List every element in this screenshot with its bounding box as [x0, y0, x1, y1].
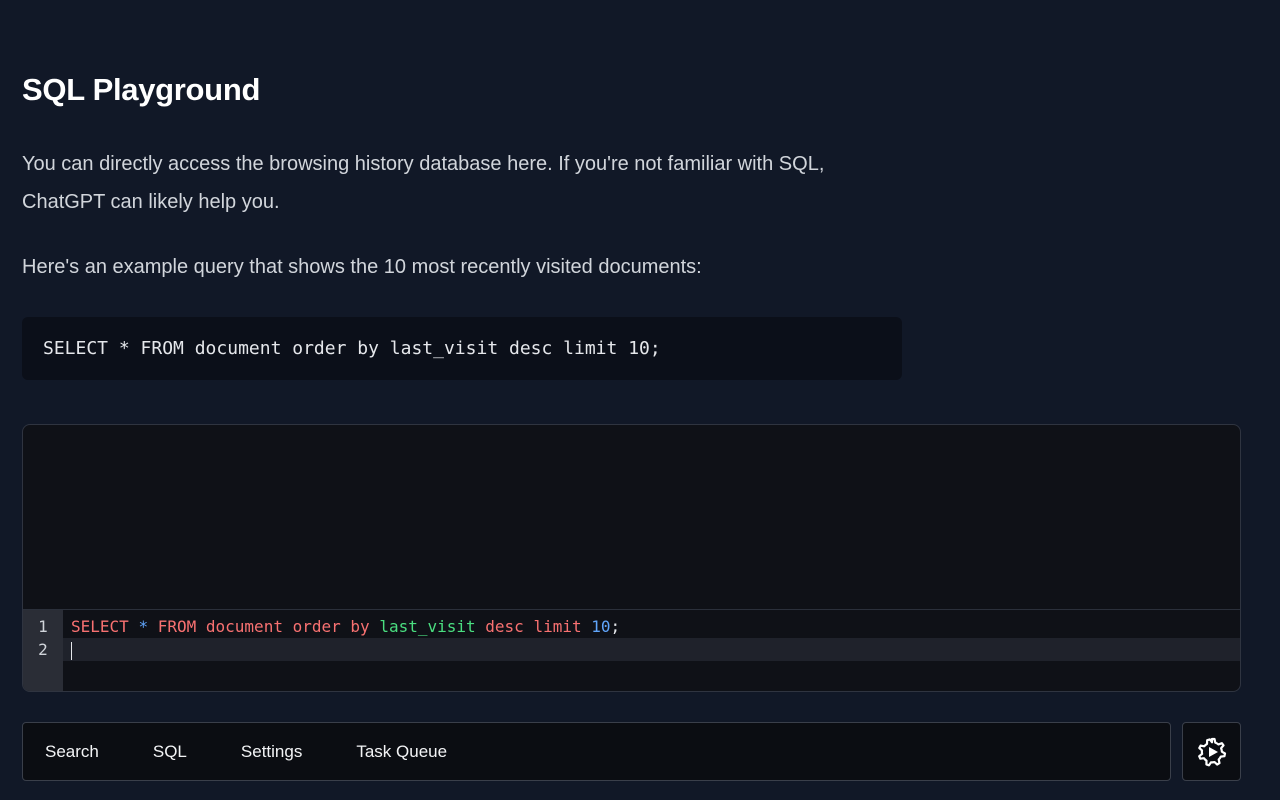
code-token: desc: [485, 617, 524, 636]
code-line[interactable]: [63, 638, 1240, 661]
code-token: *: [138, 617, 149, 636]
example-intro-text: Here's an example query that shows the 1…: [22, 256, 702, 278]
code-token: last_visit: [379, 617, 476, 636]
code-token: SELECT: [71, 617, 129, 636]
sql-editor[interactable]: 1 SELECT * FROM document order by last_vi…: [22, 424, 1241, 692]
code-token: 10: [591, 617, 611, 636]
nav-item-sql[interactable]: SQL: [153, 742, 187, 762]
page-title: SQL Playground: [22, 72, 261, 107]
query-results-area: [23, 425, 1240, 610]
code-token: document: [205, 617, 283, 636]
line-number: 1: [38, 617, 48, 636]
code-token: ;: [610, 617, 621, 636]
code-token: order: [292, 617, 341, 636]
nav-item-search[interactable]: Search: [45, 742, 99, 762]
example-query-code: SELECT * FROM document order by last_vis…: [43, 338, 661, 359]
intro-text: You can directly access the browsing his…: [22, 153, 825, 213]
nav-item-task-queue[interactable]: Task Queue: [356, 742, 447, 762]
sql-playground-page: SQL Playground You can directly access t…: [0, 0, 1280, 800]
gear-play-icon: [1197, 737, 1226, 766]
code-line[interactable]: SELECT * FROM document order by last_vis…: [63, 615, 1240, 638]
line-number: 2: [38, 640, 48, 659]
example-query-block: SELECT * FROM document order by last_vis…: [22, 317, 902, 380]
nav-item-settings[interactable]: Settings: [241, 742, 302, 762]
code-token: FROM: [157, 617, 197, 636]
bottom-navbar: Search SQL Settings Task Queue: [22, 722, 1171, 781]
settings-button[interactable]: [1182, 722, 1241, 781]
code-token: by: [350, 617, 370, 636]
code-token: limit: [533, 617, 582, 636]
text-cursor: [71, 641, 72, 660]
